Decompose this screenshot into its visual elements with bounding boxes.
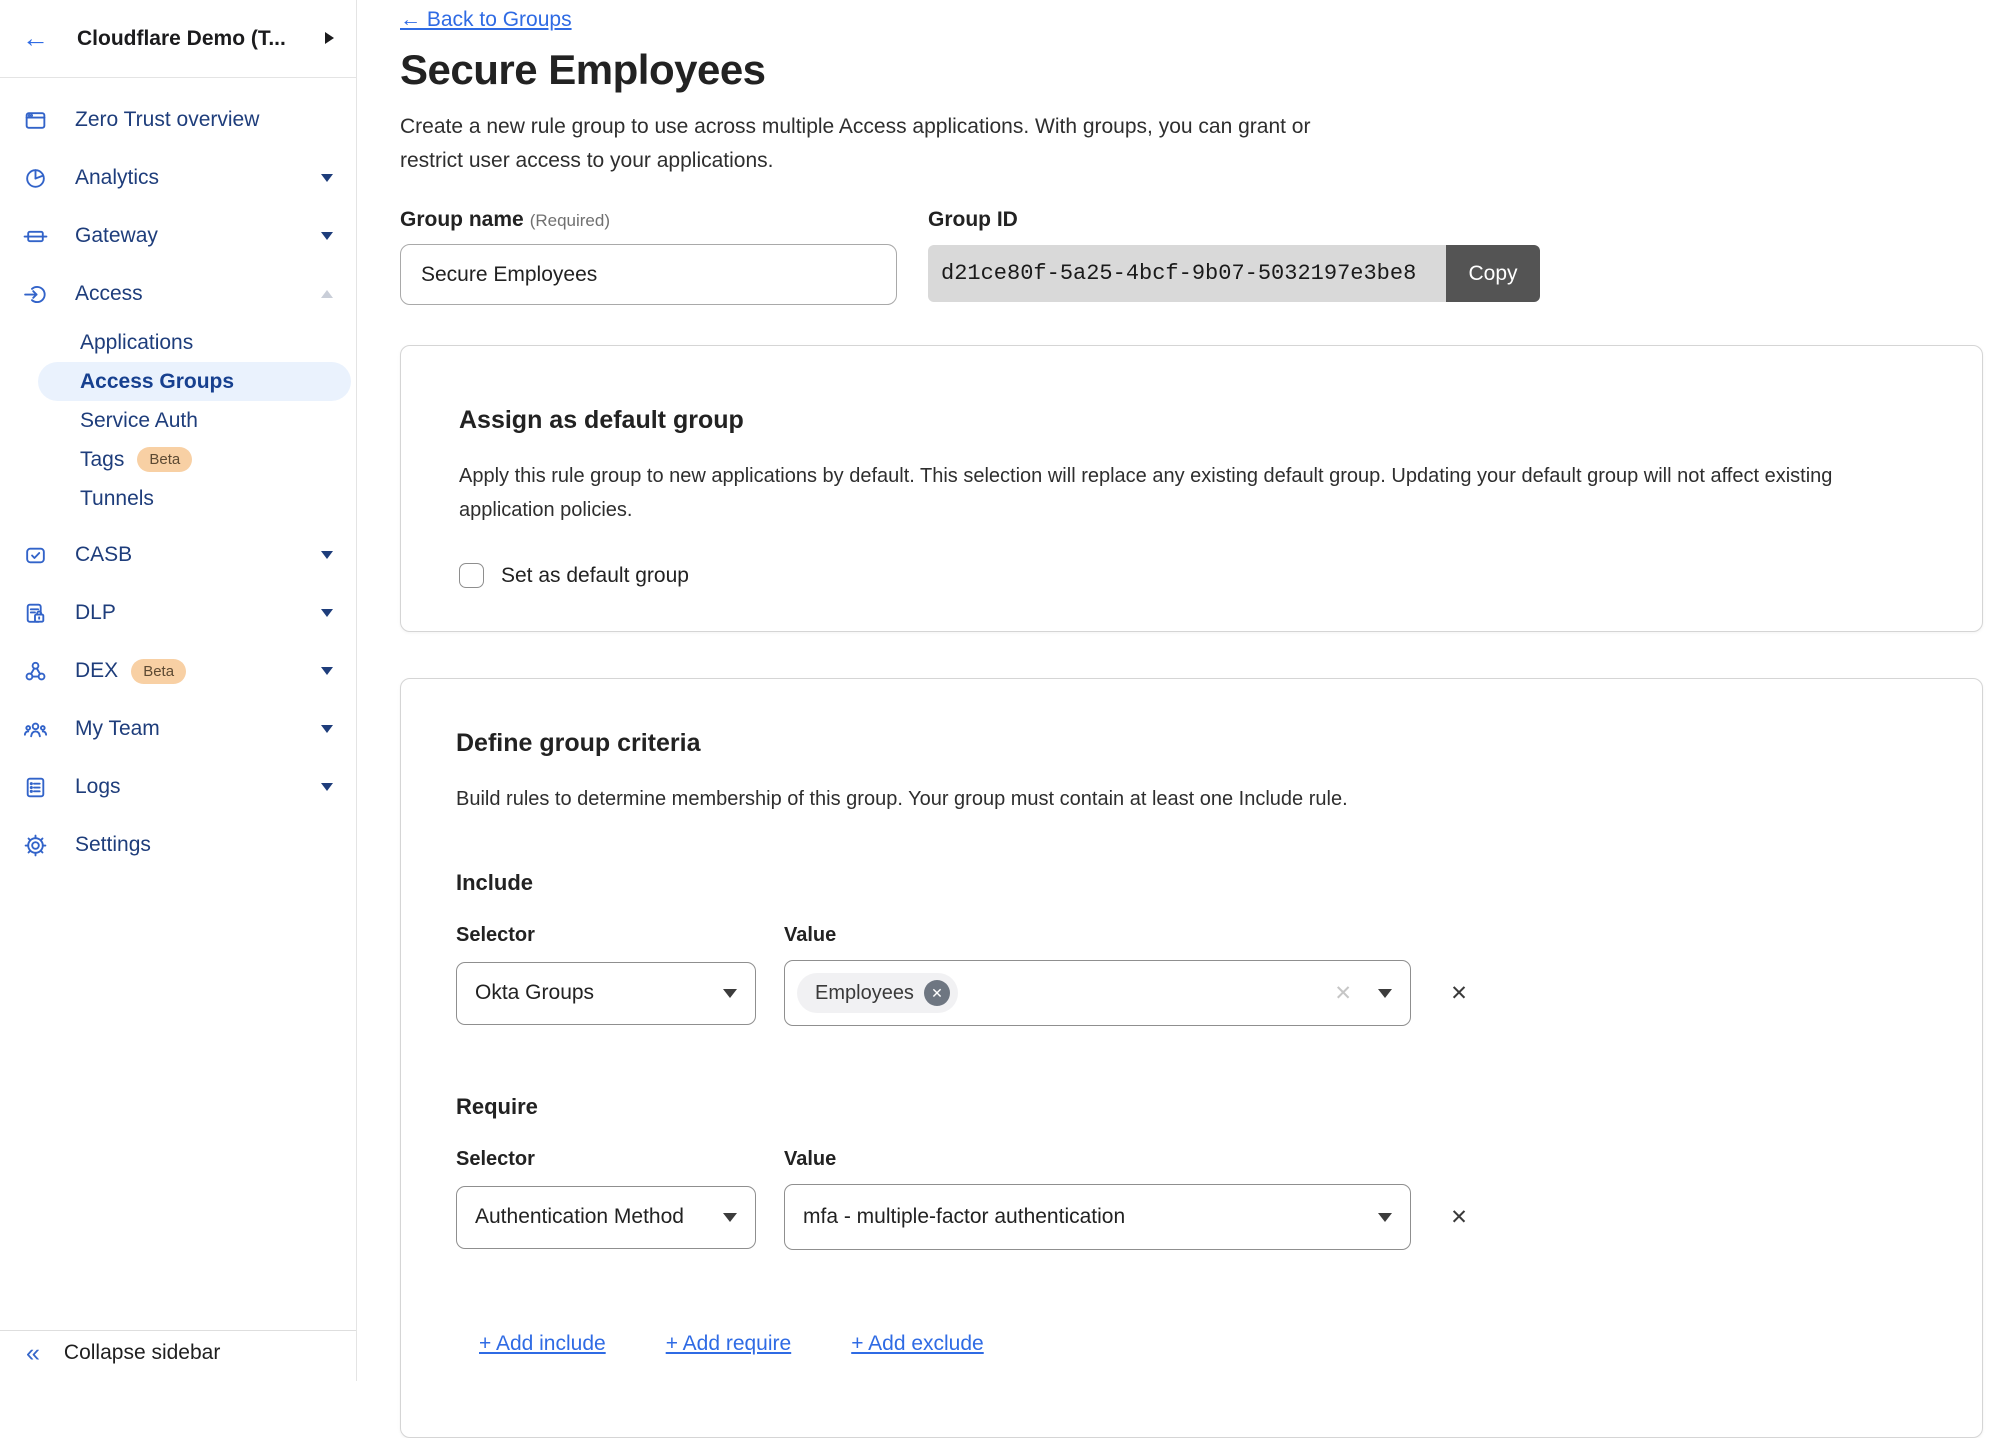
require-value-label: Value xyxy=(784,1148,1411,1171)
criteria-card-description: Build rules to determine membership of t… xyxy=(456,782,1927,816)
sidebar-item-label: Analytics xyxy=(75,166,159,190)
sidebar-item-applications[interactable]: Applications xyxy=(0,323,356,362)
sidebar-item-dlp[interactable]: DLP xyxy=(0,584,356,642)
chevron-right-icon[interactable] xyxy=(325,32,334,44)
chevron-down-icon xyxy=(723,989,737,998)
sidebar-item-logs[interactable]: Logs xyxy=(0,758,356,816)
chevron-down-icon xyxy=(1378,1213,1392,1222)
criteria-card-title: Define group criteria xyxy=(456,729,1927,758)
require-selector-dropdown[interactable]: Authentication Method xyxy=(456,1186,756,1249)
sidebar: ← Cloudflare Demo (T... Zero Trust overv… xyxy=(0,0,357,1381)
sidebar-item-label: DLP xyxy=(75,601,116,625)
group-id-block: Group ID d21ce80f-5a25-4bcf-9b07-5032197… xyxy=(928,208,1540,305)
chevron-down-icon[interactable] xyxy=(321,609,333,617)
sidebar-item-my-team[interactable]: My Team xyxy=(0,700,356,758)
add-include-link[interactable]: + Add include xyxy=(479,1332,606,1356)
chevron-down-icon xyxy=(1378,989,1392,998)
include-value-multiselect[interactable]: Employees ✕ ✕ xyxy=(784,960,1411,1026)
team-icon xyxy=(22,716,48,742)
collapse-sidebar-button[interactable]: « Collapse sidebar xyxy=(0,1330,356,1381)
collapse-icon: « xyxy=(26,1341,40,1366)
group-name-id-row: Group name (Required) Group ID d21ce80f-5… xyxy=(400,208,1983,305)
add-exclude-link[interactable]: + Add exclude xyxy=(851,1332,984,1356)
dex-icon xyxy=(22,658,48,684)
page-description: Create a new rule group to use across mu… xyxy=(400,110,1335,178)
sidebar-item-label: My Team xyxy=(75,717,160,741)
sidebar-item-label: DEX xyxy=(75,659,118,683)
account-header: ← Cloudflare Demo (T... xyxy=(0,0,356,78)
include-selector-dropdown[interactable]: Okta Groups xyxy=(456,962,756,1025)
sidebar-item-label: Logs xyxy=(75,775,121,799)
sidebar-item-dex[interactable]: DEX Beta xyxy=(0,642,356,700)
chevron-down-icon[interactable] xyxy=(321,551,333,559)
sidebar-item-gateway[interactable]: Gateway xyxy=(0,207,356,265)
logs-icon xyxy=(22,774,48,800)
copy-button[interactable]: Copy xyxy=(1446,245,1540,302)
analytics-icon xyxy=(22,165,48,191)
page-title: Secure Employees xyxy=(400,46,1983,94)
default-group-card-description: Apply this rule group to new application… xyxy=(459,459,1924,527)
sidebar-item-casb[interactable]: CASB xyxy=(0,526,356,584)
back-arrow-icon[interactable]: ← xyxy=(22,25,49,52)
sidebar-item-service-auth[interactable]: Service Auth xyxy=(0,401,356,440)
required-hint: (Required) xyxy=(530,211,610,230)
require-rule-row: Authentication Method mfa - multiple-fac… xyxy=(456,1184,1927,1250)
remove-require-rule-icon[interactable]: ✕ xyxy=(1439,1205,1479,1230)
chip-remove-icon[interactable]: ✕ xyxy=(924,980,950,1006)
add-require-link[interactable]: + Add require xyxy=(666,1332,792,1356)
sidebar-item-analytics[interactable]: Analytics xyxy=(0,149,356,207)
default-group-card-title: Assign as default group xyxy=(459,406,1924,435)
include-section-heading: Include xyxy=(456,870,1927,896)
group-id-value: d21ce80f-5a25-4bcf-9b07-5032197e3be8 xyxy=(928,245,1446,302)
sidebar-item-label: Zero Trust overview xyxy=(75,108,259,132)
set-default-group-checkbox[interactable] xyxy=(459,563,484,588)
sidebar-item-label: Gateway xyxy=(75,224,158,248)
sidebar-item-access-groups[interactable]: Access Groups xyxy=(38,362,351,401)
access-icon xyxy=(22,281,48,307)
sidebar-item-settings[interactable]: Settings xyxy=(0,816,356,874)
chevron-down-icon[interactable] xyxy=(321,232,333,240)
back-to-groups-link[interactable]: ← Back to Groups xyxy=(400,8,572,32)
require-section-heading: Require xyxy=(456,1094,1927,1120)
sidebar-nav: Zero Trust overview Analytics Gateway Ac… xyxy=(0,78,356,874)
value-chip: Employees ✕ xyxy=(797,973,958,1013)
chevron-down-icon xyxy=(723,1213,737,1222)
sidebar-item-tags[interactable]: Tags Beta xyxy=(0,440,356,479)
criteria-card: Define group criteria Build rules to det… xyxy=(400,678,1983,1438)
sidebar-item-label: Access xyxy=(75,282,143,306)
clear-values-icon[interactable]: ✕ xyxy=(1334,981,1352,1006)
sidebar-item-label: Settings xyxy=(75,833,151,857)
chevron-down-icon[interactable] xyxy=(321,783,333,791)
chevron-down-icon[interactable] xyxy=(321,174,333,182)
sidebar-item-access[interactable]: Access xyxy=(0,265,356,323)
sidebar-item-label: CASB xyxy=(75,543,132,567)
account-title: Cloudflare Demo (T... xyxy=(77,27,286,51)
main-content: ← Back to Groups Secure Employees Create… xyxy=(357,0,1999,1381)
include-value-label: Value xyxy=(784,924,1411,947)
sidebar-item-zero-trust-overview[interactable]: Zero Trust overview xyxy=(0,91,356,149)
remove-include-rule-icon[interactable]: ✕ xyxy=(1439,981,1479,1006)
sidebar-item-tunnels[interactable]: Tunnels xyxy=(0,479,356,518)
gateway-icon xyxy=(22,223,48,249)
add-rule-links: + Add include + Add require + Add exclud… xyxy=(456,1332,1927,1356)
chevron-down-icon[interactable] xyxy=(321,725,333,733)
group-name-field-block: Group name (Required) xyxy=(400,208,897,305)
beta-badge: Beta xyxy=(131,659,186,684)
set-default-group-label[interactable]: Set as default group xyxy=(501,564,689,588)
include-rule-row: Okta Groups Employees ✕ ✕ ✕ xyxy=(456,960,1927,1026)
chevron-up-icon[interactable] xyxy=(321,290,333,298)
beta-badge: Beta xyxy=(137,447,192,472)
group-name-input[interactable] xyxy=(400,244,897,305)
chevron-down-icon[interactable] xyxy=(321,667,333,675)
dlp-icon xyxy=(22,600,48,626)
require-value-dropdown[interactable]: mfa - multiple-factor authentication xyxy=(784,1184,1411,1250)
group-name-label: Group name xyxy=(400,208,524,231)
require-selector-label: Selector xyxy=(456,1148,756,1171)
gear-icon xyxy=(22,832,48,858)
casb-icon xyxy=(22,542,48,568)
overview-icon xyxy=(22,107,48,133)
default-group-card: Assign as default group Apply this rule … xyxy=(400,345,1983,632)
group-id-label: Group ID xyxy=(928,208,1540,232)
include-selector-label: Selector xyxy=(456,924,756,947)
